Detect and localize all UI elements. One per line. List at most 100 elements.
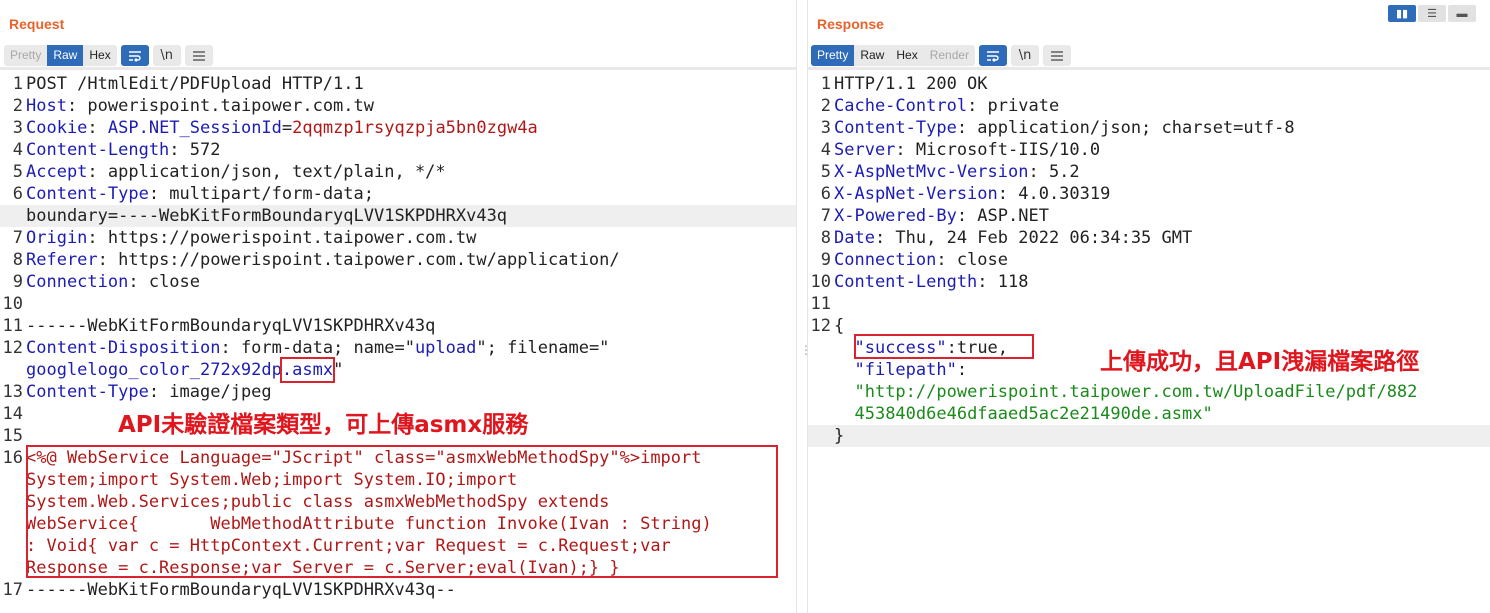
code-line[interactable]: 6 X-AspNet-Version: 4.0.30319 [808,183,1490,205]
code-token: : https://powerispoint.taipower.com.tw [87,228,477,248]
line-number: 1 [12,74,23,94]
code-token: POST /HtmlEdit/PDFUpload HTTP/1.1 [26,74,364,94]
code-line[interactable]: boundary=----WebKitFormBoundaryqLVV1SKPD… [0,205,796,227]
code-line[interactable]: 7 Origin: https://powerispoint.taipower.c… [0,227,796,249]
code-token: : https://powerispoint.taipower.com.tw/a… [97,250,620,270]
code-token: boundary=----WebKitFormBoundaryqLVV1SKPD… [26,206,508,226]
code-token: : powerispoint.taipower.com.tw [66,96,374,116]
code-line[interactable]: 12 Content-Disposition: form-data; name="… [0,337,796,359]
line-number: 12 [810,316,831,336]
code-line[interactable]: 10 Content-Length: 118 [808,271,1490,293]
response-mode-tabs: Pretty Raw Hex Render [811,45,976,66]
tab-raw[interactable]: Raw [47,45,84,66]
code-line[interactable]: 11 [808,293,1490,315]
response-title: Response [817,16,884,32]
layout-stacked-icon[interactable]: ☰ [1418,5,1446,22]
code-line[interactable]: 7 X-Powered-By: ASP.NET [808,205,1490,227]
code-line[interactable]: googlelogo_color_272x92dp .asmx " [0,357,796,383]
line-number: 6 [820,184,831,204]
code-line[interactable]: 11 ------WebKitFormBoundaryqLVV1SKPDHRXv4… [0,315,796,337]
code-line[interactable]: 6 Content-Type: multipart/form-data; [0,183,796,205]
layout-tabs-icon[interactable]: ▬ [1448,5,1476,22]
code-token: Content-Length [834,272,978,292]
line-number: 11 [2,316,23,336]
line-number [0,513,26,535]
code-line[interactable]: 3 Content-Type: application/json; charset… [808,117,1490,139]
code-line[interactable]: 453840d6e46dfaaed5ac2e21490de.asmx" [808,403,1490,425]
code-line[interactable]: 5 Accept: application/json, text/plain, *… [0,161,796,183]
code-line[interactable]: 1 HTTP/1.1 200 OK [808,73,1490,95]
response-pane: Response ▮▮ ☰ ▬ Pretty Raw Hex Render \n… [808,0,1490,613]
code-line[interactable]: 1 POST /HtmlEdit/PDFUpload HTTP/1.1 [0,73,796,95]
code-line[interactable]: 8 Referer: https://powerispoint.taipower.… [0,249,796,271]
code-line[interactable]: 2 Cache-Control: private [808,95,1490,117]
tab-raw[interactable]: Raw [854,45,890,66]
line-number: 4 [820,140,831,160]
newline-icon[interactable]: \n [152,45,181,66]
code-token: Content-Type [26,184,149,204]
tab-hex[interactable]: Hex [83,45,116,66]
code-token: Origin [26,228,88,248]
code-line[interactable]: 3 Cookie: ASP.NET_SessionId = 2qqmzp1rsyqzp… [0,117,796,139]
hamburger-menu-icon[interactable] [1043,45,1072,66]
code-token: { [834,316,845,336]
line-number: 2 [12,96,23,116]
code-line[interactable]: 2 Host: powerispoint.taipower.com.tw [0,95,796,117]
line-number [0,557,26,579]
code-line[interactable]: 9 Connection: close [808,249,1490,271]
code-token: ASP.NET_SessionId [107,118,282,138]
line-number: 4 [12,140,23,160]
pane-divider[interactable] [796,0,808,613]
request-annotation: API未驗證檔案類型，可上傳asmx服務 [118,412,529,438]
code-token: : 5.2 [1028,162,1080,182]
code-line[interactable]: "http://powerispoint.taipower.com.tw/Upl… [808,381,1490,403]
line-number: 1 [820,74,831,94]
code-token: upload [414,338,477,358]
code-token: : close [936,250,1009,270]
line-number: 8 [820,228,831,248]
line-number: 9 [12,272,23,292]
code-token: : Thu, 24 Feb 2022 06:34:35 GMT [874,228,1193,248]
code-token: : form-data; name=" [220,338,415,358]
code-token: Accept [26,162,88,182]
code-line[interactable]: 4 Content-Length: 572 [0,139,796,161]
code-token: X-Powered-By [834,206,957,226]
line-number: 14 [2,404,23,424]
code-line[interactable]: 5 X-AspNetMvc-Version: 5.2 [808,161,1490,183]
line-number: 11 [810,294,831,314]
layout-side-by-side-icon[interactable]: ▮▮ [1388,5,1416,22]
code-line[interactable]: 9 Connection: close [0,271,796,293]
wrap-lines-icon[interactable] [120,45,149,66]
code-line[interactable]: 10 [0,293,796,315]
asmx-extension-highlight: .asmx [279,357,336,383]
layout-toggle: ▮▮ ☰ ▬ [1388,5,1476,22]
code-line[interactable]: } [808,425,1490,447]
tab-hex[interactable]: Hex [890,45,923,66]
tab-pretty[interactable]: Pretty [811,45,855,66]
line-number: 17 [2,580,23,600]
code-line[interactable]: 4 Server: Microsoft-IIS/10.0 [808,139,1490,161]
line-number: 3 [12,118,23,138]
response-editor[interactable]: 1 HTTP/1.1 200 OK 2 Cache-Control: private 3… [808,73,1490,447]
code-token: Cookie [26,118,88,138]
code-token: : multipart/form-data; [148,184,374,204]
code-token: googlelogo_color_272x92dp [26,360,282,380]
hamburger-menu-icon[interactable] [184,45,213,66]
tab-render[interactable]: Render [924,45,975,66]
code-token: = [281,118,293,138]
line-number [808,403,834,425]
code-token: : 4.0.30319 [997,184,1111,204]
newline-icon[interactable]: \n [1011,45,1040,66]
code-line[interactable]: 13 Content-Type: image/jpeg [0,381,796,403]
code-token: : private [967,96,1060,116]
code-token: Content-Disposition [26,338,221,358]
code-line[interactable]: 17 ------WebKitFormBoundaryqLVV1SKPDHRXv4… [0,579,796,601]
wrap-lines-icon[interactable] [979,45,1008,66]
code-line[interactable]: 8 Date: Thu, 24 Feb 2022 06:34:35 GMT [808,227,1490,249]
code-token: : Microsoft-IIS/10.0 [895,140,1101,160]
request-toolbar-underline [0,67,796,70]
tab-pretty[interactable]: Pretty [4,45,47,66]
line-number [0,535,26,557]
code-token: Connection [26,272,129,292]
